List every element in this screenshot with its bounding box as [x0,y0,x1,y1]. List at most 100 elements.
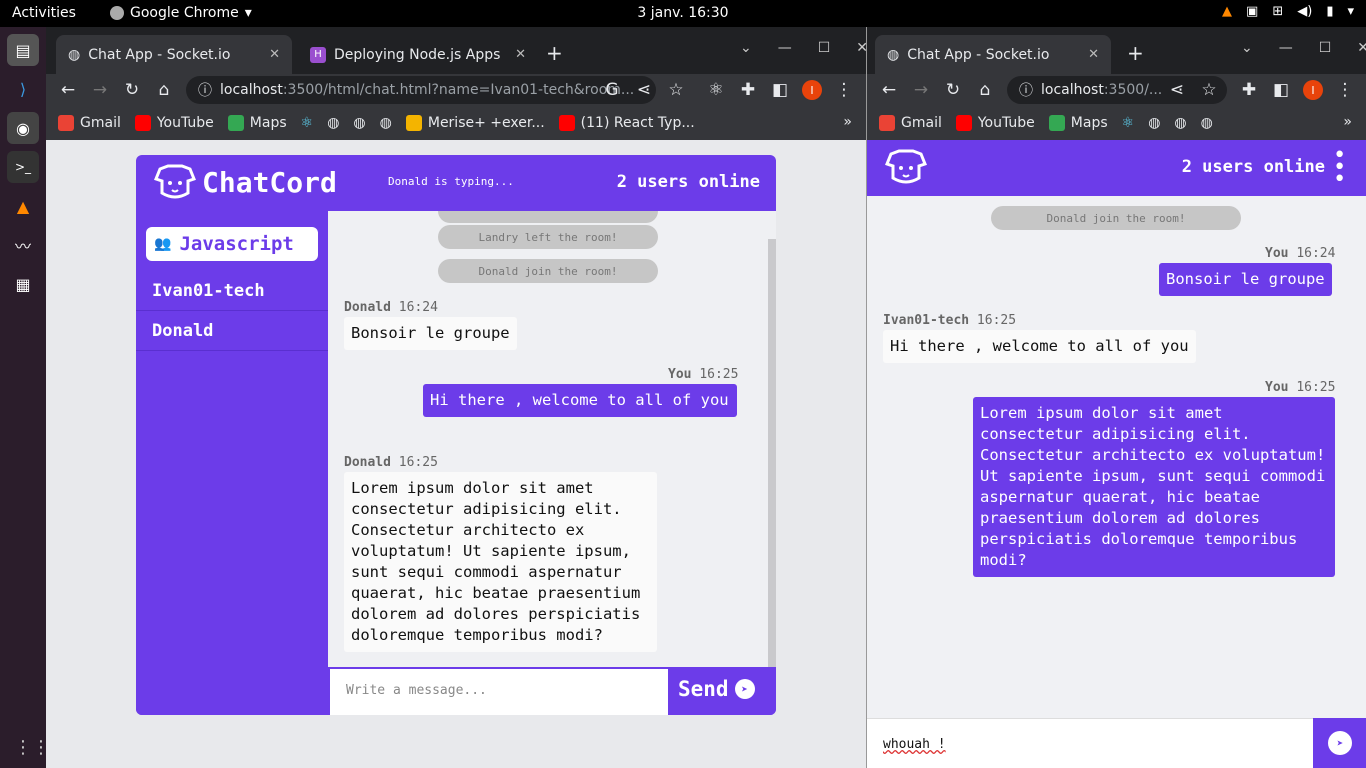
window-controls: ⌄ — ☐ ✕ [1241,40,1366,56]
bookmark-star-icon[interactable]: ☆ [1193,80,1225,100]
message-bubble: Bonsoir le groupe [1159,263,1332,296]
extensions-icon[interactable]: ✚ [732,80,764,100]
tab-chat-app[interactable]: ◍ Chat App - Socket.io ✕ [56,35,292,74]
dog-icon [154,164,196,199]
google-lens-icon[interactable]: G [596,80,628,100]
paper-plane-icon: ➤ [734,679,755,699]
message-author: You [1265,380,1289,395]
extensions-icon[interactable]: ✚ [1233,80,1265,100]
vscode-icon[interactable]: ⟩ [7,73,39,105]
bookmark-gmail[interactable]: Gmail [58,115,121,131]
bookmark-globe-1[interactable]: ◍ [327,115,339,131]
profile-avatar[interactable]: I [802,80,822,100]
network-icon[interactable]: ⊞ [1272,4,1283,19]
message-author: Donald [344,300,391,315]
close-tab-icon[interactable]: ✕ [1088,47,1099,62]
maximize-button[interactable]: ☐ [1319,40,1332,56]
side-panel-icon[interactable]: ◧ [764,80,796,100]
power-menu-icon[interactable]: ▾ [1347,4,1354,19]
tab-search-icon[interactable]: ⌄ [740,40,752,56]
bookmark-globe-2[interactable]: ◍ [1174,115,1186,131]
vlc-icon[interactable]: ▲ [7,190,39,222]
bookmark-gmail[interactable]: Gmail [879,115,942,131]
online-count: 2 users online [1181,157,1325,177]
sidebar: 👥 Javascript Ivan01-tech Donald [136,211,328,715]
system-monitor-icon[interactable]: 〰 [7,229,39,261]
close-tab-icon[interactable]: ✕ [515,47,526,62]
home-icon[interactable]: ⌂ [969,80,1001,100]
message-meta: Donald 16:25 [344,455,438,470]
bookmark-label: YouTube [156,115,214,131]
chrome-icon[interactable]: ◉ [7,112,39,144]
reload-icon[interactable]: ↻ [116,80,148,100]
bookmark-react[interactable]: ⚛ [1122,115,1135,131]
tab-chat-app[interactable]: ◍ Chat App - Socket.io ✕ [875,35,1111,74]
message-time: 16:24 [1296,246,1336,261]
close-tab-icon[interactable]: ✕ [269,47,280,62]
send-button[interactable]: Send ➤ [678,677,755,701]
bookmark-globe-1[interactable]: ◍ [1148,115,1160,131]
bookmark-globe-2[interactable]: ◍ [353,115,365,131]
new-tab-button[interactable]: + [546,41,563,65]
more-bookmarks-icon[interactable]: » [843,114,852,130]
address-bar[interactable]: ⓘ localhost:3500/html/chat.html?name=Iva… [186,76,656,104]
reload-icon[interactable]: ↻ [937,80,969,100]
message-time: 16:25 [1296,380,1336,395]
kebab-menu-icon[interactable]: • • • [1333,145,1346,191]
bookmark-react-typ[interactable]: (11) React Typ... [558,115,695,131]
message-bubble: Hi there , welcome to all of you [883,330,1196,363]
more-bookmarks-icon[interactable]: » [1343,114,1352,130]
bookmark-maps[interactable]: Maps [1048,115,1108,131]
message-meta: Donald 16:24 [344,300,438,315]
react-devtools-icon[interactable]: ⚛ [700,80,732,100]
scrollbar[interactable] [768,239,776,667]
document-viewer-icon[interactable]: ▦ [7,268,39,300]
bookmark-maps[interactable]: Maps [227,115,287,131]
message-input[interactable]: whouah ! [867,718,1313,768]
activities-button[interactable]: Activities [12,5,76,21]
side-panel-icon[interactable]: ◧ [1265,80,1297,100]
maximize-button[interactable]: ☐ [818,40,831,56]
tab-title: Deploying Node.js Apps o [334,46,504,63]
user-item: Ivan01-tech [136,271,328,311]
bookmark-globe-3[interactable]: ◍ [1201,115,1213,131]
share-icon[interactable]: ⋖ [628,80,660,100]
app-menu[interactable]: Google Chrome ▾ [110,5,252,21]
back-icon[interactable]: ← [52,80,84,100]
close-window-button[interactable]: ✕ [1357,40,1366,56]
battery-icon[interactable]: ▮ [1326,4,1333,19]
close-window-button[interactable]: ✕ [856,40,866,56]
vlc-icon[interactable]: ▲ [1222,4,1232,19]
bookmark-react[interactable]: ⚛ [301,115,314,131]
bookmark-youtube[interactable]: YouTube [134,115,214,131]
online-count: 2 users online [616,172,760,192]
profile-avatar[interactable]: I [1303,80,1323,100]
bookmark-youtube[interactable]: YouTube [955,115,1035,131]
message-bubble: Bonsoir le groupe [344,317,517,350]
new-tab-button[interactable]: + [1127,41,1144,65]
bookmark-merise[interactable]: Merise+ +exer... [405,115,545,131]
tab-deploying-node[interactable]: H Deploying Node.js Apps o ✕ [298,35,538,74]
home-icon[interactable]: ⌂ [148,80,180,100]
forward-icon[interactable]: → [905,80,937,100]
menu-icon[interactable]: ⋮ [828,80,860,100]
system-tray[interactable]: ▲ ▣ ⊞ ◀) ▮ ▾ [1222,4,1354,19]
youtube-icon [955,115,972,131]
files-icon[interactable]: ▤ [7,34,39,66]
send-button[interactable]: ➤ [1313,718,1366,768]
volume-icon[interactable]: ◀) [1297,4,1312,19]
bookmark-star-icon[interactable]: ☆ [660,80,692,100]
forward-icon[interactable]: → [84,80,116,100]
minimize-button[interactable]: — [1279,40,1293,56]
clipboard-icon[interactable]: ▣ [1246,4,1258,19]
menu-icon[interactable]: ⋮ [1329,80,1361,100]
message-input[interactable]: Write a message... [330,669,668,715]
minimize-button[interactable]: — [778,40,792,56]
terminal-icon[interactable]: >_ [7,151,39,183]
chat-header: ChatCord Donald is typing... 2 users onl… [136,155,776,211]
bookmark-globe-3[interactable]: ◍ [380,115,392,131]
share-icon[interactable]: ⋖ [1161,80,1193,100]
system-message: Donald join the room! [991,206,1241,230]
tab-search-icon[interactable]: ⌄ [1241,40,1253,56]
back-icon[interactable]: ← [873,80,905,100]
